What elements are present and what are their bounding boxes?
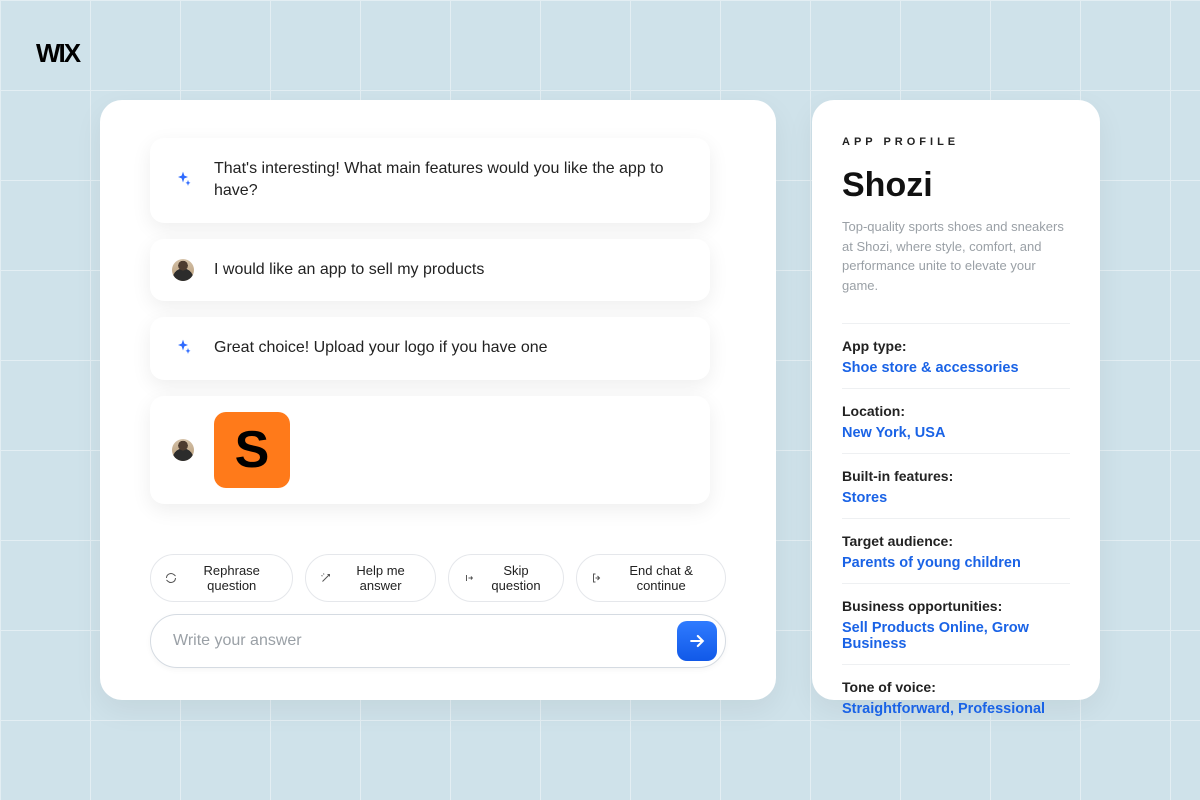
chip-label: Rephrase question [185, 563, 278, 593]
uploaded-logo-letter: S [235, 424, 270, 476]
refresh-icon [165, 571, 177, 585]
profile-field: Location: New York, USA [842, 388, 1070, 453]
app-profile-panel: APP PROFILE Shozi Top-quality sports sho… [812, 100, 1100, 700]
chat-panel: That's interesting! What main features w… [100, 100, 776, 700]
message-text: That's interesting! What main features w… [214, 158, 688, 203]
message-text: I would like an app to sell my products [214, 259, 484, 281]
profile-field-key: Location: [842, 403, 1070, 419]
arrow-right-icon [687, 631, 707, 651]
ai-message: That's interesting! What main features w… [150, 138, 710, 223]
message-text: Great choice! Upload your logo if you ha… [214, 337, 548, 359]
chip-label: End chat & continue [611, 563, 711, 593]
profile-section-label: APP PROFILE [842, 136, 1070, 148]
sparkle-icon [172, 337, 194, 359]
profile-field-value[interactable]: New York, USA [842, 425, 1070, 441]
profile-field-value[interactable]: Parents of young children [842, 555, 1070, 571]
profile-field: Built-in features: Stores [842, 453, 1070, 518]
profile-description: Top-quality sports shoes and sneakers at… [842, 217, 1070, 295]
chip-label: Help me answer [340, 563, 420, 593]
sparkle-icon [172, 169, 194, 191]
profile-field-key: Target audience: [842, 533, 1070, 549]
user-message-logo: S [150, 396, 710, 504]
profile-field: Tone of voice: Straightforward, Professi… [842, 664, 1070, 729]
help-me-answer-button[interactable]: Help me answer [305, 554, 435, 602]
profile-field-value[interactable]: Shoe store & accessories [842, 360, 1070, 376]
rephrase-button[interactable]: Rephrase question [150, 554, 293, 602]
profile-field-key: App type: [842, 338, 1070, 354]
profile-field: Target audience: Parents of young childr… [842, 518, 1070, 583]
composer [150, 614, 726, 668]
chat-thread: That's interesting! What main features w… [150, 138, 726, 532]
user-message: I would like an app to sell my products [150, 239, 710, 301]
profile-field-value[interactable]: Straightforward, Professional [842, 701, 1070, 717]
uploaded-logo: S [214, 412, 290, 488]
profile-field-value[interactable]: Stores [842, 490, 1070, 506]
chip-label: Skip question [483, 563, 550, 593]
profile-field-key: Business opportunities: [842, 598, 1070, 614]
user-avatar-icon [172, 439, 194, 461]
wix-logo: WIX [36, 38, 79, 69]
answer-input[interactable] [173, 632, 665, 650]
send-button[interactable] [677, 621, 717, 661]
profile-field-value[interactable]: Sell Products Online, Grow Business [842, 620, 1070, 652]
quick-actions: Rephrase question Help me answer Skip qu… [150, 554, 726, 602]
profile-field-key: Built-in features: [842, 468, 1070, 484]
skip-icon [463, 571, 475, 585]
profile-field-key: Tone of voice: [842, 679, 1070, 695]
skip-question-button[interactable]: Skip question [448, 554, 565, 602]
wand-icon [320, 571, 332, 585]
profile-field: Business opportunities: Sell Products On… [842, 583, 1070, 664]
profile-title: Shozi [842, 166, 1070, 205]
user-avatar-icon [172, 259, 194, 281]
ai-message: Great choice! Upload your logo if you ha… [150, 317, 710, 379]
end-chat-button[interactable]: End chat & continue [576, 554, 726, 602]
profile-field: App type: Shoe store & accessories [842, 323, 1070, 388]
exit-icon [591, 571, 603, 585]
